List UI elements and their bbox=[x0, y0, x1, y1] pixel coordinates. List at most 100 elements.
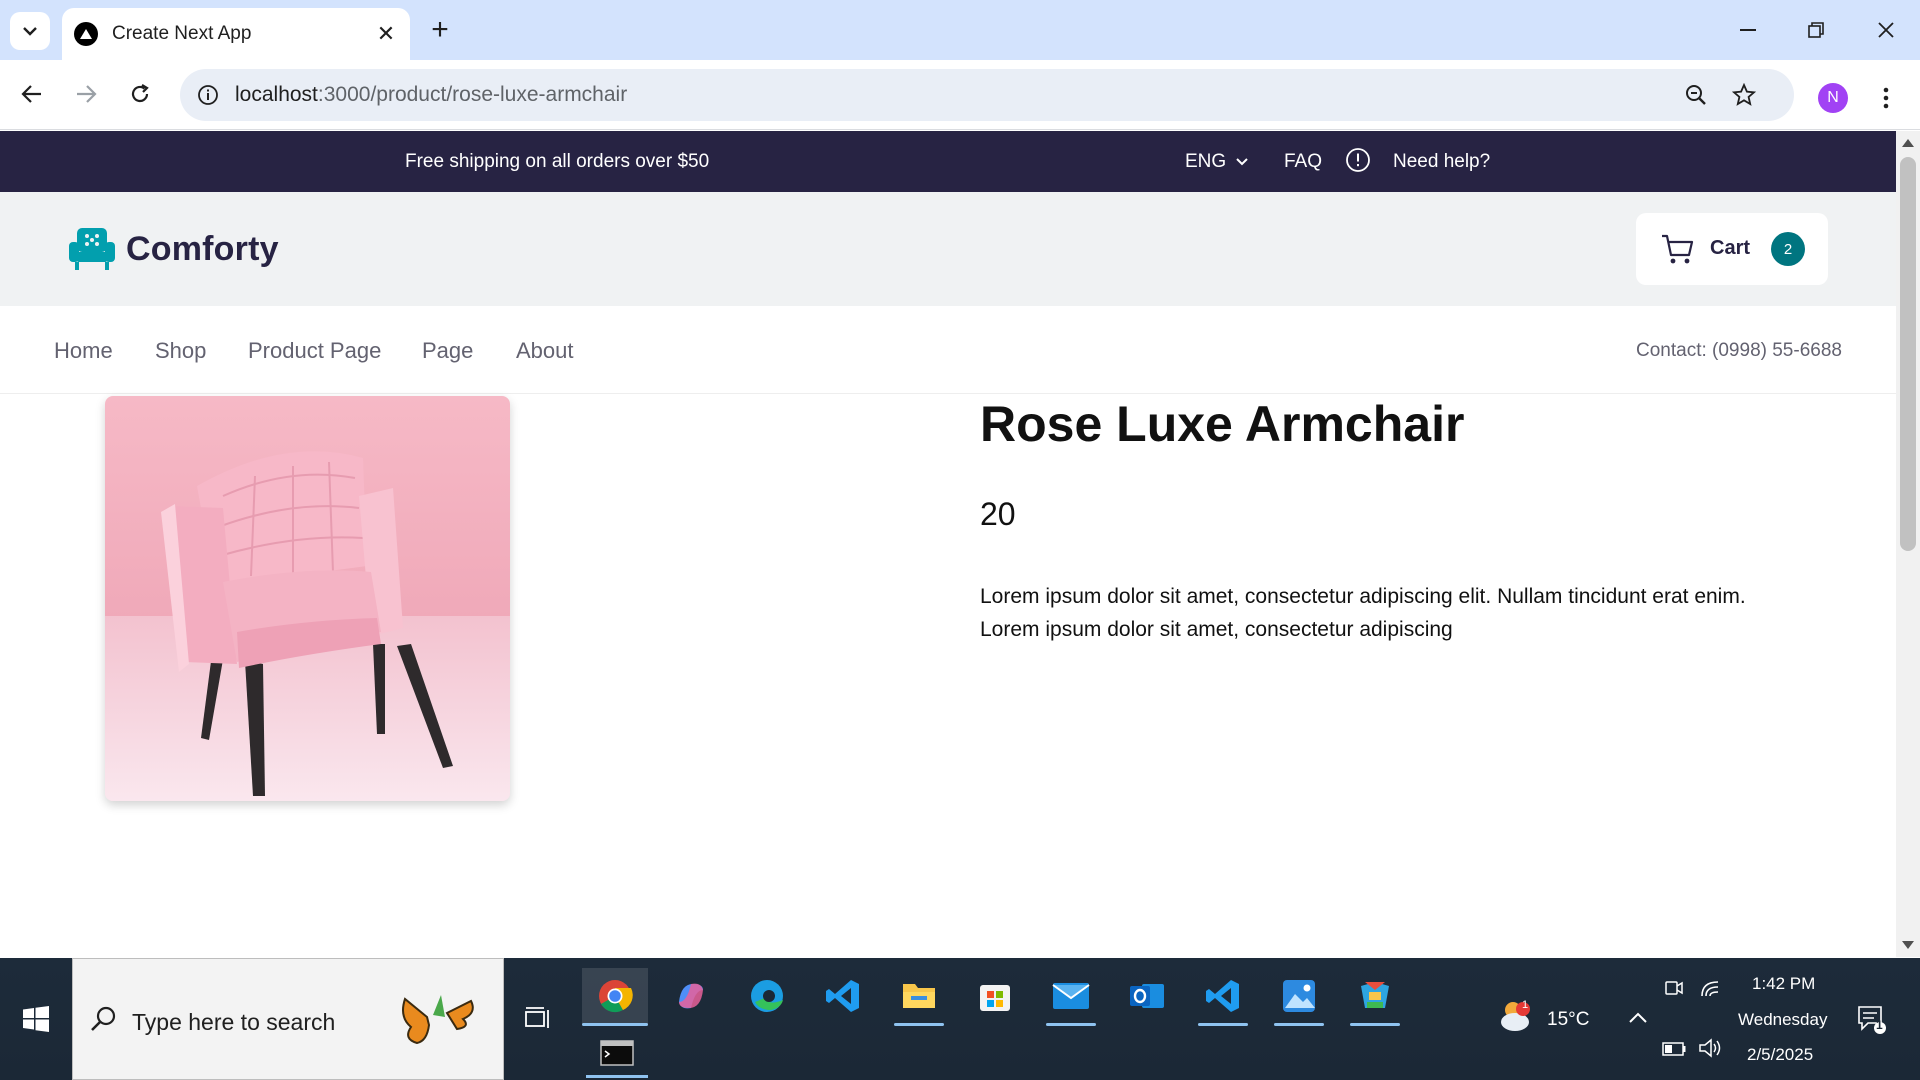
announcement-bar: Free shipping on all orders over $50 ENG… bbox=[0, 131, 1896, 192]
reload-icon bbox=[131, 84, 149, 103]
nav-about[interactable]: About bbox=[516, 338, 574, 364]
shipping-notice: Free shipping on all orders over $50 bbox=[405, 151, 710, 172]
bookmark-star-icon[interactable] bbox=[1730, 81, 1758, 109]
taskbar-mail[interactable] bbox=[1038, 968, 1104, 1026]
folder-icon bbox=[903, 984, 935, 1008]
restore-button[interactable] bbox=[1796, 12, 1836, 48]
chevron-down-icon bbox=[23, 27, 37, 36]
chevron-down-icon bbox=[1236, 158, 1248, 166]
photos-icon bbox=[1283, 980, 1315, 1012]
tab-close-icon[interactable]: ✕ bbox=[374, 21, 398, 47]
address-bar[interactable]: localhost:3000/product/rose-luxe-armchai… bbox=[180, 69, 1794, 121]
vscode-icon bbox=[826, 980, 859, 1012]
back-button[interactable] bbox=[14, 76, 50, 112]
close-window-button[interactable] bbox=[1866, 12, 1906, 48]
product-image bbox=[105, 396, 510, 801]
cart-icon bbox=[1662, 234, 1694, 264]
taskbar-microsoft-store[interactable] bbox=[962, 968, 1028, 1024]
clock-time[interactable]: 1:42 PM bbox=[1752, 974, 1815, 994]
nav-home[interactable]: Home bbox=[54, 338, 113, 364]
search-icon bbox=[91, 1006, 116, 1031]
chevron-up-icon[interactable] bbox=[1628, 1012, 1648, 1024]
cart-button[interactable]: Cart 2 bbox=[1636, 213, 1828, 285]
taskbar-app-extra[interactable] bbox=[1342, 968, 1408, 1026]
minimize-icon bbox=[1740, 29, 1756, 31]
weather-badge: 1 bbox=[1522, 999, 1529, 1011]
meet-now-icon[interactable] bbox=[1664, 978, 1684, 998]
tab-title: Create Next App bbox=[112, 23, 252, 44]
forward-button[interactable] bbox=[68, 76, 104, 112]
wifi-icon[interactable] bbox=[1700, 978, 1722, 998]
scrollbar-thumb[interactable] bbox=[1900, 157, 1916, 551]
browser-tabstrip: Create Next App ✕ + bbox=[0, 0, 1920, 60]
taskbar-vscode-2[interactable] bbox=[1190, 968, 1256, 1026]
minimize-button[interactable] bbox=[1728, 12, 1768, 48]
site-header: Comforty Cart 2 bbox=[0, 192, 1896, 306]
brand-logo[interactable]: Comforty bbox=[67, 226, 279, 272]
brand-name: Comforty bbox=[126, 229, 279, 268]
edge-icon bbox=[751, 980, 783, 1012]
browser-menu-button[interactable] bbox=[1872, 80, 1900, 116]
chrome-icon bbox=[599, 980, 633, 1013]
taskbar-edge[interactable] bbox=[734, 968, 800, 1024]
copilot-icon bbox=[679, 983, 703, 1009]
store-icon bbox=[980, 985, 1010, 1011]
reload-button[interactable] bbox=[122, 76, 158, 112]
windows-taskbar: Type here to search 1 15°C 1:42 PM Wedne… bbox=[0, 958, 1920, 1080]
scroll-up-icon[interactable] bbox=[1902, 139, 1914, 147]
battery-icon[interactable] bbox=[1662, 1042, 1686, 1056]
windows-logo-icon bbox=[23, 1006, 49, 1032]
task-view-button[interactable] bbox=[524, 1006, 552, 1037]
nav-page[interactable]: Page bbox=[422, 338, 473, 364]
vscode-icon bbox=[1206, 980, 1239, 1012]
taskbar-search-box[interactable]: Type here to search bbox=[72, 958, 504, 1080]
url-text: localhost:3000/product/rose-luxe-armchai… bbox=[235, 83, 628, 106]
zoom-icon[interactable] bbox=[1682, 81, 1710, 109]
close-icon bbox=[1878, 22, 1894, 38]
profile-avatar[interactable]: N bbox=[1818, 83, 1848, 113]
nav-shop[interactable]: Shop bbox=[155, 338, 206, 364]
clock-day[interactable]: Wednesday bbox=[1738, 1010, 1827, 1030]
start-button[interactable] bbox=[0, 958, 72, 1080]
browser-tab-active[interactable]: Create Next App ✕ bbox=[62, 8, 410, 60]
colorful-app-icon bbox=[1361, 982, 1389, 1008]
language-select[interactable]: ENG bbox=[1185, 151, 1248, 173]
page-scrollbar[interactable] bbox=[1896, 131, 1920, 957]
weather-temp[interactable]: 15°C bbox=[1547, 1009, 1589, 1031]
taskbar-terminal[interactable] bbox=[586, 1028, 648, 1078]
outlook-icon bbox=[1130, 984, 1164, 1008]
cart-count-badge: 2 bbox=[1771, 232, 1805, 266]
taskbar-chrome[interactable] bbox=[582, 968, 648, 1026]
taskbar-file-explorer[interactable] bbox=[886, 968, 952, 1026]
volume-icon[interactable] bbox=[1698, 1038, 1722, 1058]
mail-icon bbox=[1052, 983, 1090, 1009]
taskbar-copilot[interactable] bbox=[658, 968, 724, 1024]
browser-toolbar: localhost:3000/product/rose-luxe-armchai… bbox=[0, 60, 1920, 130]
taskbar-vscode[interactable] bbox=[810, 968, 876, 1024]
clock-date[interactable]: 2/5/2025 bbox=[1747, 1045, 1813, 1065]
pink-armchair-illustration bbox=[105, 396, 510, 801]
taskbar-photos[interactable] bbox=[1266, 968, 1332, 1026]
arrow-right-icon bbox=[77, 85, 97, 103]
alert-circle-icon bbox=[1346, 148, 1370, 172]
need-help-link[interactable]: Need help? bbox=[1393, 151, 1490, 173]
product-title: Rose Luxe Armchair bbox=[980, 396, 1465, 452]
notification-count: 1 bbox=[1876, 1018, 1883, 1032]
butterfly-highlight-icon bbox=[402, 995, 474, 1045]
task-view-icon bbox=[525, 1007, 549, 1028]
product-price: 20 bbox=[980, 496, 1016, 532]
taskbar-outlook[interactable] bbox=[1114, 968, 1180, 1024]
contact-info: Contact: (0998) 55-6688 bbox=[1636, 340, 1842, 361]
terminal-icon bbox=[600, 1040, 634, 1066]
nextjs-favicon-icon bbox=[74, 22, 98, 46]
language-label: ENG bbox=[1185, 151, 1227, 172]
restore-icon bbox=[1808, 22, 1824, 38]
faq-link[interactable]: FAQ bbox=[1284, 151, 1322, 173]
arrow-left-icon bbox=[21, 85, 41, 103]
cart-label: Cart bbox=[1710, 237, 1751, 259]
site-info-icon[interactable] bbox=[194, 81, 222, 109]
tab-search-button[interactable] bbox=[10, 12, 50, 50]
nav-product-page[interactable]: Product Page bbox=[248, 338, 381, 364]
scroll-down-icon[interactable] bbox=[1902, 941, 1914, 949]
new-tab-button[interactable]: + bbox=[424, 14, 456, 46]
